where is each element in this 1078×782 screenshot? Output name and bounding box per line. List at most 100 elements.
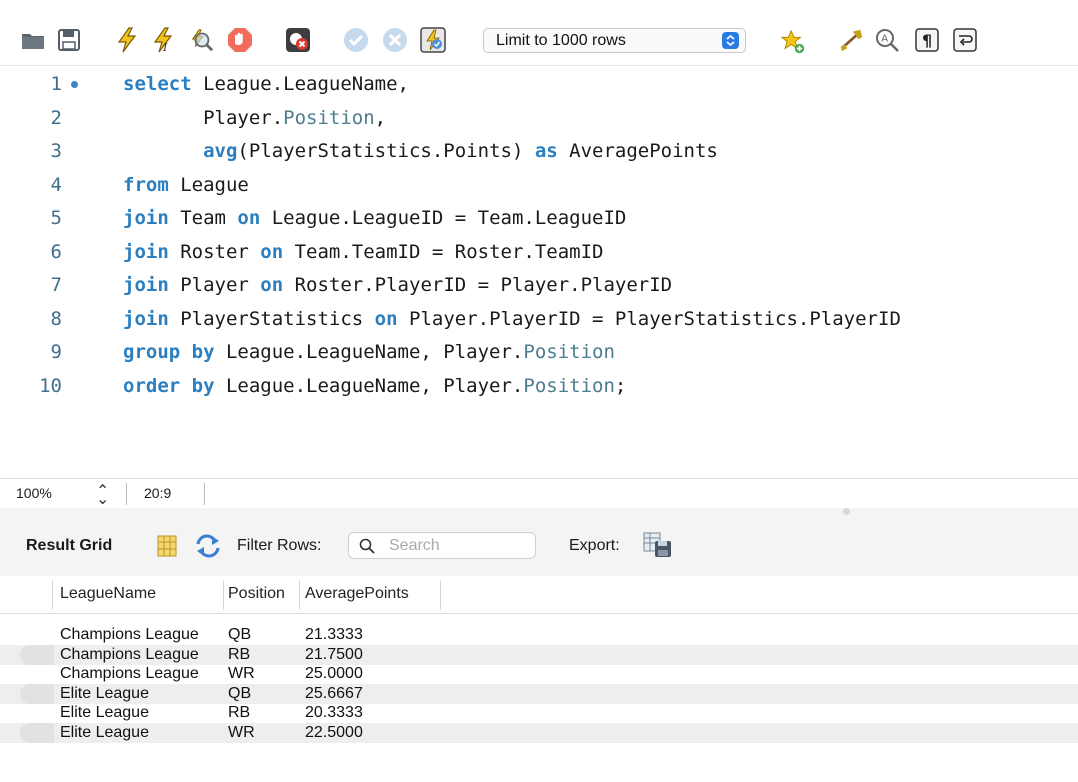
commit-icon[interactable]: [343, 27, 369, 53]
add-snippet-icon[interactable]: [780, 29, 806, 55]
zoom-stepper-down-icon[interactable]: ⌄: [96, 489, 109, 509]
code-line[interactable]: 10 order by League.LeagueName, Player.Pos…: [0, 369, 1078, 403]
column-divider[interactable]: [223, 580, 224, 610]
table-cell[interactable]: WR: [228, 665, 255, 683]
code-line[interactable]: 6 join Roster on Team.TeamID = Roster.Tea…: [0, 235, 1078, 269]
line-number: 4: [50, 173, 62, 196]
code-text: join Team on League.LeagueID = Team.Leag…: [123, 207, 626, 229]
sql-member: Position: [523, 374, 615, 397]
table-cell[interactable]: 21.7500: [305, 646, 363, 664]
code-line[interactable]: 2 Player.Position,: [0, 101, 1078, 135]
search-input[interactable]: [389, 536, 529, 556]
row-gutter[interactable]: [20, 644, 54, 665]
find-icon[interactable]: A: [874, 27, 900, 53]
table-cell[interactable]: WR: [228, 724, 255, 742]
table-cell[interactable]: Champions League: [60, 646, 199, 664]
invisibles-icon[interactable]: ¶: [914, 27, 940, 53]
table-cell[interactable]: 25.6667: [305, 685, 363, 703]
sql-token: AveragePoints: [557, 140, 718, 162]
save-icon[interactable]: [56, 27, 82, 53]
filter-rows-search[interactable]: [348, 532, 536, 559]
execute-current-icon[interactable]: I: [151, 27, 177, 53]
code-text: from League: [123, 174, 249, 196]
sql-token: Team.TeamID = Roster.TeamID: [283, 240, 604, 263]
table-cell[interactable]: 20.3333: [305, 704, 363, 722]
code-text: join PlayerStatistics on Player.PlayerID…: [123, 308, 901, 330]
table-row[interactable]: Champions League RB 21.7500: [0, 644, 1078, 665]
table-cell[interactable]: 25.0000: [305, 665, 363, 683]
table-cell[interactable]: Champions League: [60, 665, 199, 683]
table-cell[interactable]: 21.3333: [305, 626, 363, 644]
table-cell[interactable]: Elite League: [60, 685, 149, 703]
column-divider[interactable]: [299, 580, 300, 610]
line-number: 5: [50, 207, 62, 229]
column-divider: [52, 580, 53, 610]
grid-header: LeagueName Position AveragePoints: [0, 576, 1078, 614]
table-cell[interactable]: Elite League: [60, 704, 149, 722]
sql-editor[interactable]: 1 select League.LeagueName, 2 Player.Posit…: [0, 67, 1078, 477]
panel-resize-handle[interactable]: [843, 508, 850, 515]
wrap-icon[interactable]: [952, 27, 978, 53]
code-line[interactable]: 4 from League: [0, 168, 1078, 202]
table-cell[interactable]: RB: [228, 704, 250, 722]
folder-icon[interactable]: [20, 27, 46, 53]
sql-keyword: on: [260, 274, 284, 296]
status-divider: [204, 483, 205, 505]
column-divider[interactable]: [440, 580, 441, 610]
column-header-leaguename[interactable]: LeagueName: [60, 585, 156, 603]
result-grid[interactable]: LeagueName Position AveragePoints Champi…: [0, 576, 1078, 782]
result-grid-title[interactable]: Result Grid: [26, 537, 112, 555]
filter-rows-label: Filter Rows:: [237, 537, 322, 554]
sql-keyword: order by: [123, 374, 215, 397]
table-cell[interactable]: Elite League: [60, 724, 149, 742]
explain-icon[interactable]: [188, 27, 214, 53]
sql-keyword: select: [123, 73, 192, 95]
rollback-icon[interactable]: [382, 27, 408, 53]
table-cell[interactable]: 22.5000: [305, 724, 363, 742]
code-line[interactable]: 3 avg(PlayerStatistics.Points) as Averag…: [0, 134, 1078, 168]
export-icon[interactable]: [643, 532, 673, 563]
refresh-icon[interactable]: [195, 534, 221, 563]
zoom-level[interactable]: 100%: [16, 485, 52, 501]
grid-layout-icon[interactable]: [157, 535, 177, 562]
svg-text:¶: ¶: [922, 31, 932, 50]
sql-token: ;: [614, 374, 627, 397]
toggle-error-icon[interactable]: [285, 27, 311, 53]
beautify-icon[interactable]: [838, 27, 864, 53]
code-text: group by League.LeagueName, Player.Posit…: [123, 341, 615, 363]
table-row[interactable]: Elite League RB 20.3333: [0, 703, 1078, 723]
code-line[interactable]: 8 join PlayerStatistics on Player.PlayerI…: [0, 302, 1078, 336]
table-cell[interactable]: QB: [228, 685, 251, 703]
code-line[interactable]: 5 join Team on League.LeagueID = Team.Lea…: [0, 201, 1078, 235]
code-text: join Player on Roster.PlayerID = Player.…: [123, 274, 672, 296]
row-gutter[interactable]: [20, 703, 54, 723]
code-line[interactable]: 1 select League.LeagueName,: [0, 67, 1078, 101]
execute-icon[interactable]: [114, 27, 140, 53]
limit-rows-select[interactable]: Limit to 1000 rows: [483, 28, 746, 53]
results-panel: Result Grid Filter Rows: Export: LeagueN…: [0, 508, 1078, 782]
table-row[interactable]: Champions League WR 25.0000: [0, 664, 1078, 684]
sql-keyword: group by: [123, 341, 215, 363]
line-number: 3: [50, 140, 62, 162]
autocommit-icon[interactable]: [420, 27, 446, 53]
code-text: select League.LeagueName,: [123, 73, 409, 95]
code-line[interactable]: 9 group by League.LeagueName, Player.Posi…: [0, 335, 1078, 369]
table-cell[interactable]: RB: [228, 646, 250, 664]
row-gutter[interactable]: [20, 625, 54, 645]
row-gutter[interactable]: [20, 722, 54, 743]
table-row[interactable]: Champions League QB 21.3333: [0, 625, 1078, 645]
stop-icon[interactable]: [227, 27, 253, 53]
column-header-position[interactable]: Position: [228, 585, 285, 603]
editor-status-bar: 100% ⌃ ⌄ 20:9: [0, 478, 1078, 508]
column-header-averagepoints[interactable]: AveragePoints: [305, 585, 409, 603]
code-line[interactable]: 7 join Player on Roster.PlayerID = Player…: [0, 268, 1078, 302]
sql-token: League.LeagueName, Player.: [214, 341, 524, 363]
table-cell[interactable]: Champions League: [60, 626, 199, 644]
table-row[interactable]: Elite League QB 25.6667: [0, 683, 1078, 704]
row-gutter[interactable]: [20, 664, 54, 684]
table-row[interactable]: Elite League WR 22.5000: [0, 722, 1078, 743]
row-gutter[interactable]: [20, 683, 54, 704]
code-text: avg(PlayerStatistics.Points) as AverageP…: [123, 140, 718, 162]
table-cell[interactable]: QB: [228, 626, 251, 644]
